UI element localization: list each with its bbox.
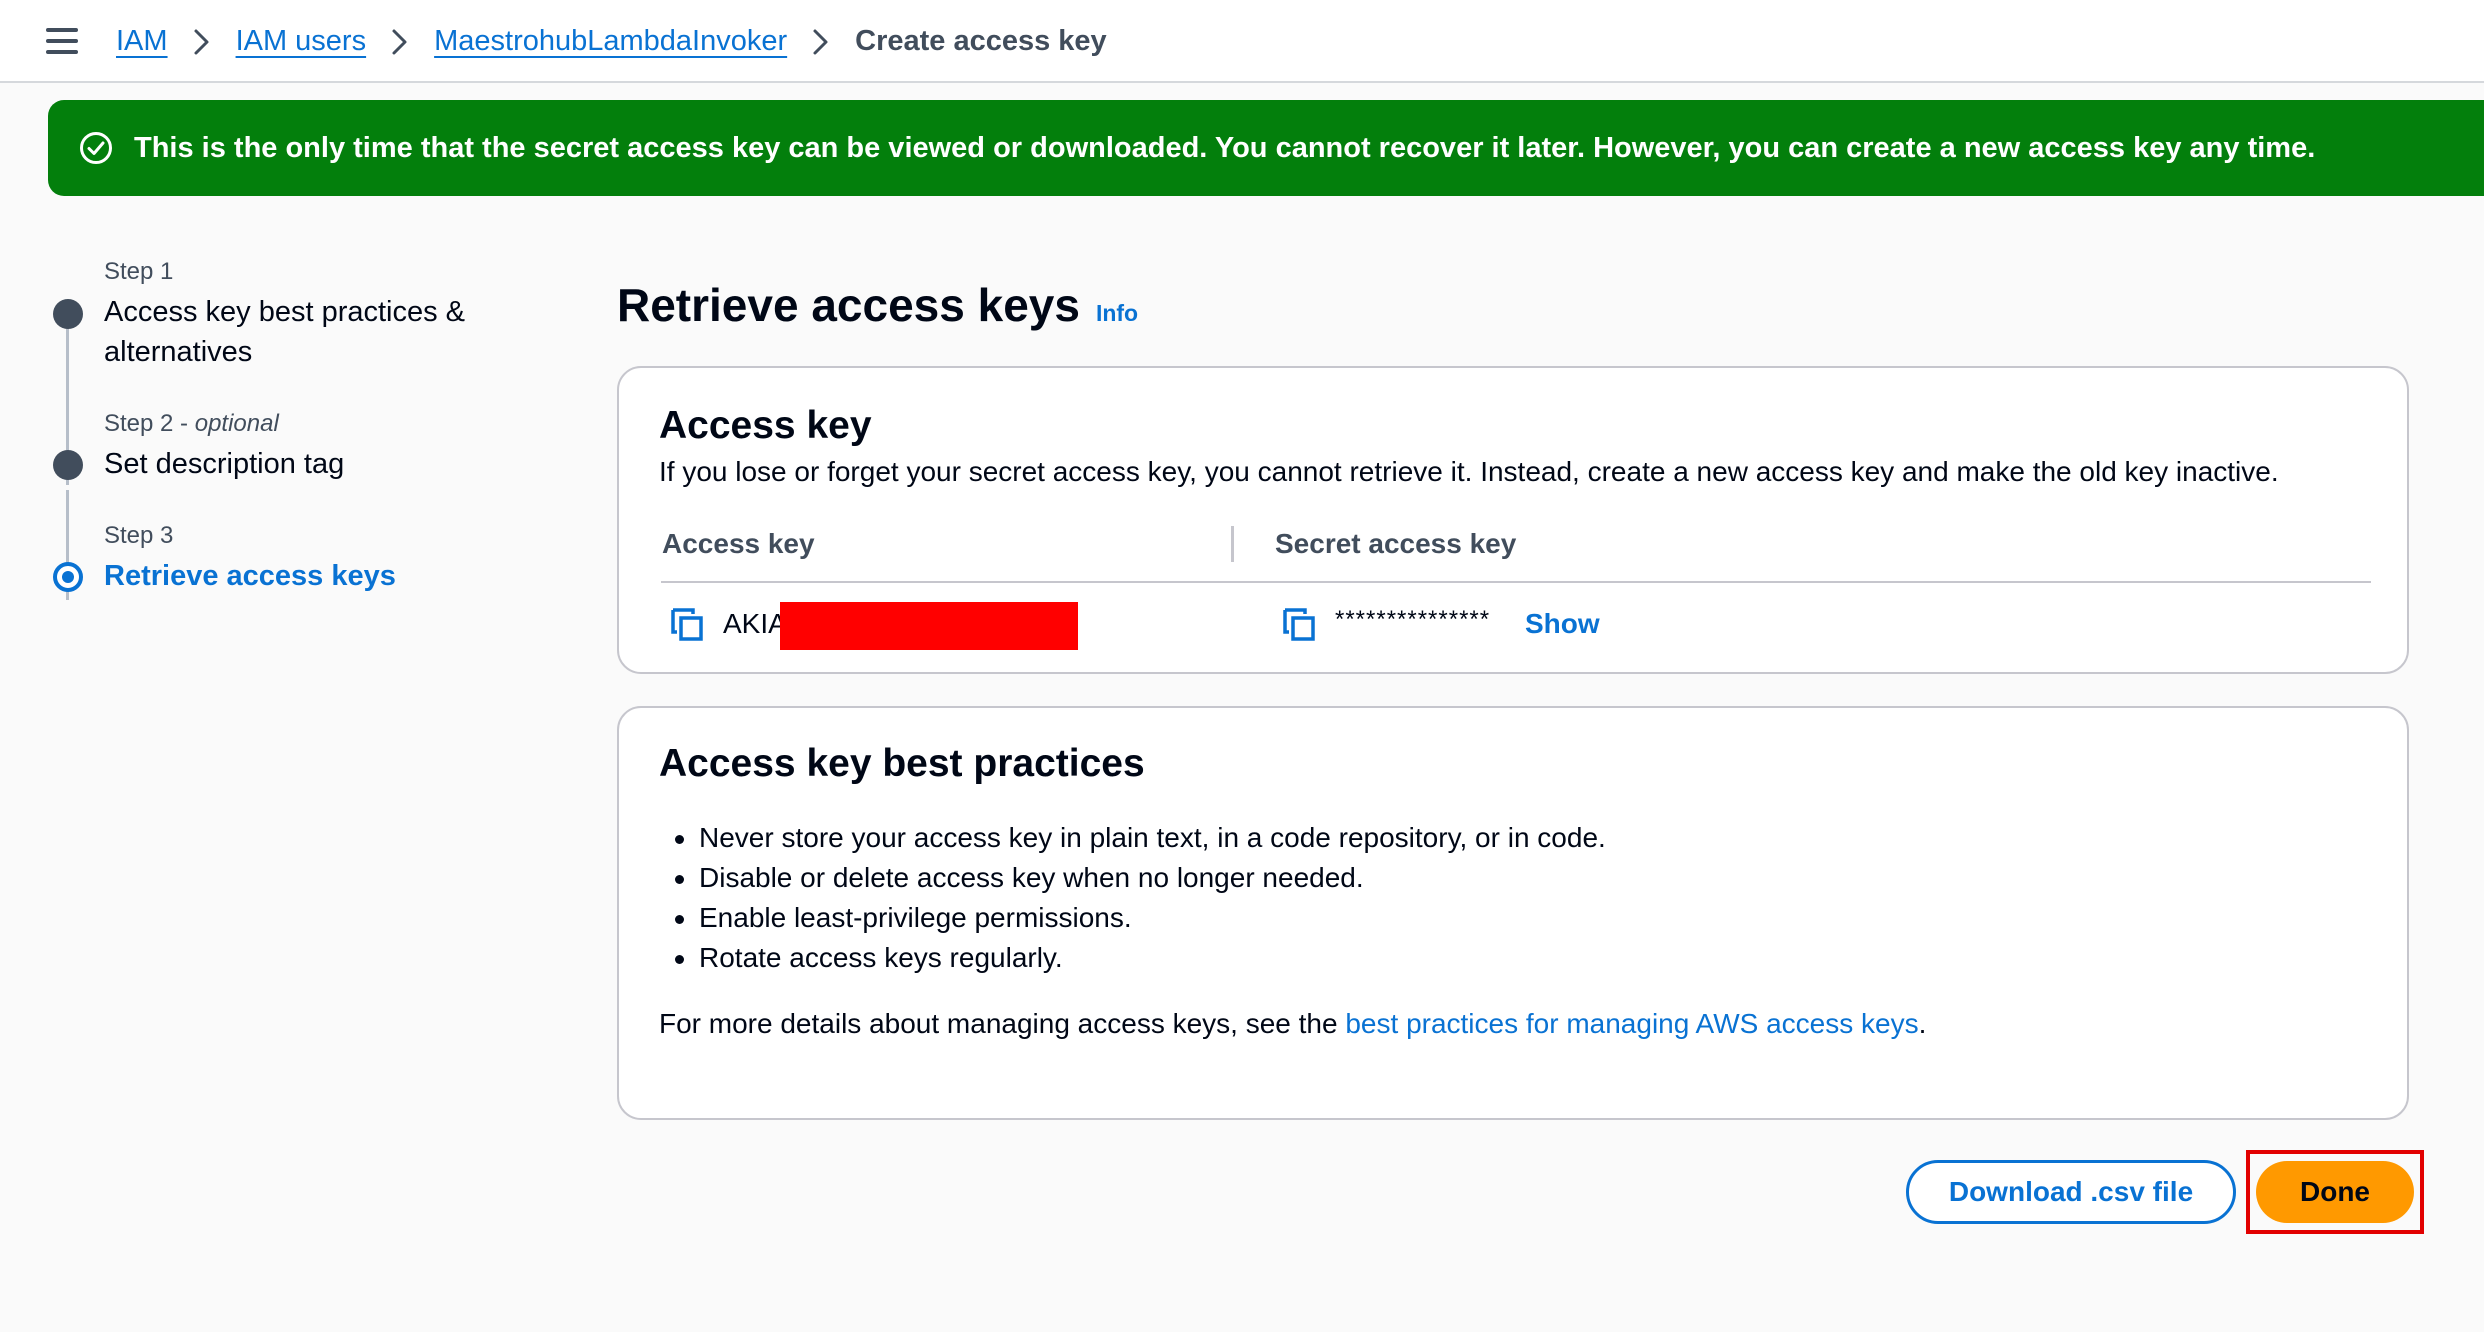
step-1-indicator — [53, 299, 83, 329]
page-title: Retrieve access keys — [617, 279, 1080, 331]
breadcrumb-iam[interactable]: IAM — [116, 25, 168, 58]
best-practices-link[interactable]: best practices for managing AWS access k… — [1345, 1008, 1918, 1039]
step-1-title[interactable]: Access key best practices & — [104, 292, 465, 332]
step-1-number: Step 1 — [104, 258, 174, 285]
redaction-block — [780, 602, 1078, 650]
column-header-access-key: Access key — [662, 528, 815, 559]
step-3-title: Retrieve access keys — [104, 560, 396, 592]
menu-icon[interactable] — [46, 28, 78, 54]
best-practices-footer: For more details about managing access k… — [659, 1008, 1926, 1040]
list-item: Never store your access key in plain tex… — [659, 818, 1606, 858]
best-practices-list: Never store your access key in plain tex… — [659, 818, 1606, 978]
footer-text: For more details about managing access k… — [659, 1008, 1346, 1039]
flash-message: This is the only time that the secret ac… — [134, 131, 2316, 164]
access-key-value: AKIA — [723, 608, 787, 639]
secret-access-key-masked: *************** — [1335, 606, 1491, 633]
step-3-indicator — [53, 562, 83, 592]
step-2-indicator — [53, 450, 83, 480]
header-row-divider — [661, 581, 2371, 583]
access-key-card-description: If you lose or forget your secret access… — [659, 456, 2279, 487]
done-button[interactable]: Done — [2256, 1161, 2414, 1223]
footer-suffix: . — [1918, 1008, 1927, 1039]
step-2-number: Step 2 - optional — [104, 410, 279, 437]
column-header-secret-access-key: Secret access key — [1275, 528, 1517, 559]
best-practices-card: Access key best practices Never store yo… — [617, 706, 2409, 1120]
show-secret-link[interactable]: Show — [1525, 608, 1600, 640]
check-circle-icon — [80, 132, 112, 164]
list-item: Rotate access keys regularly. — [659, 938, 1606, 978]
breadcrumb: IAM IAM users MaestrohubLambdaInvoker Cr… — [116, 0, 1107, 83]
list-item: Enable least-privilege permissions. — [659, 898, 1606, 938]
top-navigation-bar: IAM IAM users MaestrohubLambdaInvoker Cr… — [0, 0, 2484, 83]
step-3-number: Step 3 — [104, 522, 174, 549]
page-title-container: Retrieve access keys Info — [617, 278, 1138, 332]
list-item: Disable or delete access key when no lon… — [659, 858, 1606, 898]
access-key-card: Access key If you lose or forget your se… — [617, 366, 2409, 674]
breadcrumb-iam-users[interactable]: IAM users — [236, 25, 367, 58]
copy-icon[interactable] — [669, 606, 705, 642]
column-divider — [1231, 526, 1234, 562]
breadcrumb-user[interactable]: MaestrohubLambdaInvoker — [434, 25, 787, 58]
step-1-title-cont[interactable]: alternatives — [104, 332, 252, 372]
download-csv-button[interactable]: Download .csv file — [1906, 1160, 2236, 1224]
access-key-card-title: Access key — [659, 404, 872, 447]
best-practices-card-title: Access key best practices — [659, 742, 1145, 785]
copy-icon[interactable] — [1281, 606, 1317, 642]
info-link[interactable]: Info — [1096, 300, 1138, 327]
chevron-right-icon — [801, 25, 841, 58]
chevron-right-icon — [182, 25, 222, 58]
success-flash-banner: This is the only time that the secret ac… — [48, 100, 2484, 196]
step-2-title[interactable]: Set description tag — [104, 444, 344, 484]
breadcrumb-current: Create access key — [855, 25, 1107, 57]
chevron-right-icon — [380, 25, 420, 58]
